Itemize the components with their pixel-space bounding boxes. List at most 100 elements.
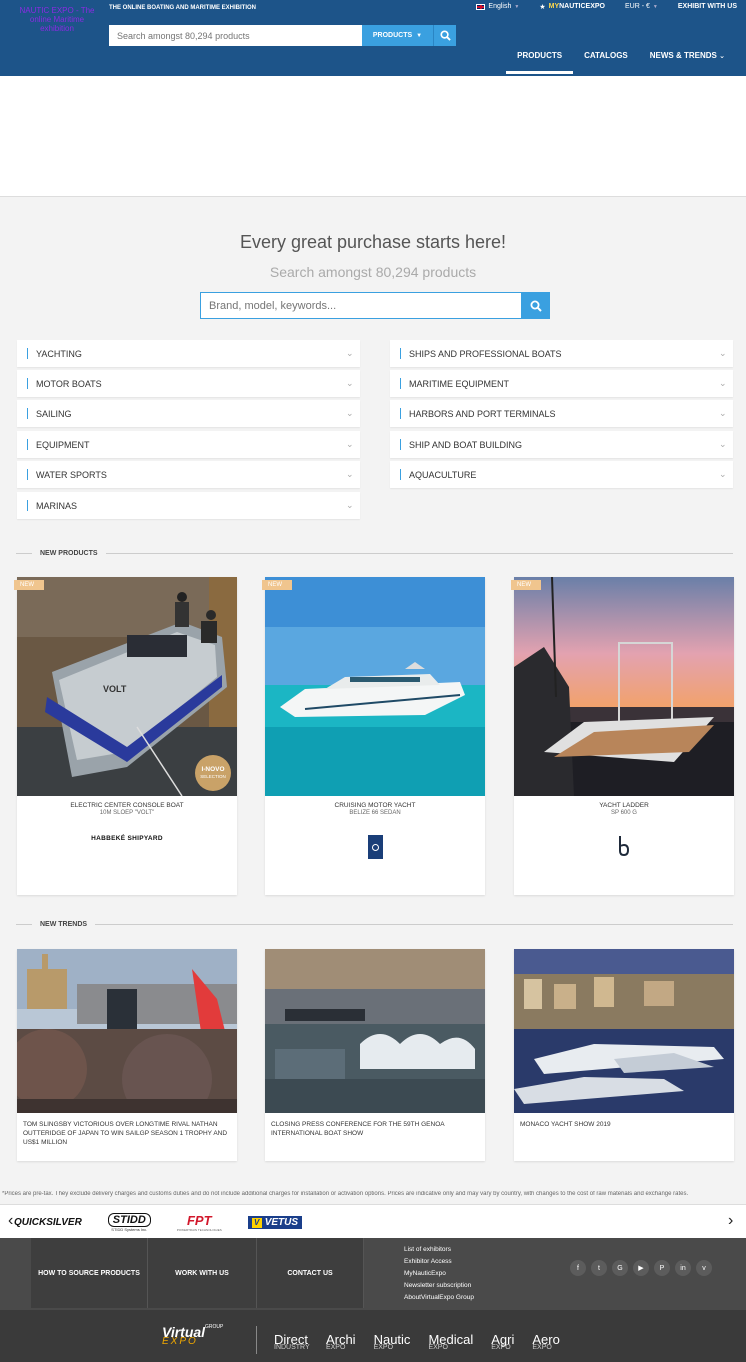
site-tagline: THE ONLINE BOATING AND MARITIME EXHIBITI… <box>109 5 256 11</box>
new-badge: NEW <box>14 580 44 590</box>
brand-logo-vetus[interactable]: V VETUS <box>247 1216 303 1229</box>
category-marker <box>27 378 28 389</box>
expo-aeroexpo[interactable]: Aero EXPO <box>532 1332 559 1351</box>
brand-logo-belize[interactable] <box>265 835 485 859</box>
carousel-next-arrow-icon[interactable]: › <box>728 1212 733 1230</box>
footer-link-exhibitor-access[interactable]: Exhibitor Access <box>404 1256 474 1268</box>
expo-nauticexpo[interactable]: Nautic EXPO <box>374 1332 411 1351</box>
product-title[interactable]: YACHT LADDER <box>514 802 734 809</box>
trend-image[interactable] <box>514 949 734 1113</box>
hero-search-input[interactable] <box>200 292 522 319</box>
linkedin-icon[interactable]: in <box>675 1260 691 1276</box>
category-harbors-port-terminals[interactable]: HARBORS AND PORT TERMINALS ⌄ <box>390 400 733 427</box>
trend-title[interactable]: CLOSING PRESS CONFERENCE FOR THE 59TH GE… <box>271 1120 481 1138</box>
product-title[interactable]: CRUISING MOTOR YACHT <box>265 802 485 809</box>
category-maritime-equipment[interactable]: MARITIME EQUIPMENT ⌄ <box>390 370 733 397</box>
category-label: WATER SPORTS <box>36 469 107 480</box>
product-card[interactable]: NEW YACHT LADDER SP 600 G <box>511 577 734 895</box>
product-card[interactable]: VOLT I-NOVO SELECTION NEW ELECTRIC CENTE… <box>14 577 237 895</box>
trend-title[interactable]: MONACO YACHT SHOW 2019 <box>520 1120 730 1129</box>
category-marinas[interactable]: MARINAS ⌄ <box>17 492 360 519</box>
facebook-icon[interactable]: f <box>570 1260 586 1276</box>
product-title[interactable]: ELECTRIC CENTER CONSOLE BOAT <box>17 802 237 809</box>
brand-badge-icon <box>367 835 383 859</box>
category-label: MARINAS <box>36 500 78 511</box>
trend-image[interactable] <box>17 949 237 1113</box>
footer: HOW TO SOURCE PRODUCTS WORK WITH US CONT… <box>0 1238 746 1310</box>
language-selector[interactable]: English ▼ <box>466 3 529 10</box>
category-equipment[interactable]: EQUIPMENT ⌄ <box>17 431 360 458</box>
footer-link-exhibitors[interactable]: List of exhibitors <box>404 1244 474 1256</box>
expo-medicalexpo[interactable]: Medical EXPO <box>428 1332 473 1351</box>
trend-card[interactable]: MONACO YACHT SHOW 2019 <box>514 949 734 1161</box>
category-label: SHIPS AND PROFESSIONAL BOATS <box>409 348 562 359</box>
product-card[interactable]: NEW CRUISING MOTOR YACHT BELIZE 66 SEDAN <box>262 577 485 895</box>
brand-logo-besenzoni[interactable] <box>514 835 734 857</box>
expo-agriexpo[interactable]: Agri EXPO <box>491 1332 514 1351</box>
expo-sub: EXPO <box>491 1344 511 1351</box>
expo-sub: EXPO <box>373 1344 394 1351</box>
product-image[interactable]: VOLT I-NOVO SELECTION <box>17 577 237 796</box>
chevron-down-icon: ⌄ <box>346 469 354 479</box>
brand-logo-habbeke[interactable]: HABBEKÉ SHIPYARD <box>17 835 237 842</box>
category-water-sports[interactable]: WATER SPORTS ⌄ <box>17 461 360 488</box>
vimeo-icon[interactable]: v <box>696 1260 712 1276</box>
footer-contact-us[interactable]: CONTACT US <box>257 1238 364 1308</box>
virtualexpo-group-logo[interactable]: VirtualGROUP EXPO <box>162 1324 223 1347</box>
trend-image[interactable] <box>265 949 485 1113</box>
hero-subtitle: Search amongst 80,294 products <box>269 264 477 280</box>
brand-logo-stidd[interactable]: STIDD STIDD Systems Inc. <box>107 1213 151 1232</box>
footer-link-newsletter[interactable]: Newsletter subscription <box>404 1280 474 1292</box>
twitter-icon[interactable]: t <box>591 1260 607 1276</box>
product-model: BELIZE 66 SEDAN <box>349 810 401 816</box>
trend-card[interactable]: CLOSING PRESS CONFERENCE FOR THE 59TH GE… <box>265 949 485 1161</box>
exhibit-with-us-link[interactable]: EXHIBIT WITH US <box>668 0 746 13</box>
divider <box>256 1326 257 1354</box>
carousel-prev-arrow-icon[interactable]: ‹ <box>8 1212 13 1230</box>
category-yachting[interactable]: YACHTING ⌄ <box>17 340 360 367</box>
category-aquaculture[interactable]: AQUACULTURE ⌄ <box>390 461 733 488</box>
hero-search <box>200 292 550 319</box>
brand-logo-quicksilver[interactable]: QUICKSILVER <box>14 1217 82 1228</box>
price-disclaimer: *Prices are pre-tax. They exclude delive… <box>2 1191 689 1197</box>
brand-logo-fpt[interactable]: FPT POWERTRAIN TECHNOLOGIES <box>177 1213 222 1232</box>
category-marker <box>27 500 28 511</box>
footer-how-to-source[interactable]: HOW TO SOURCE PRODUCTS <box>31 1238 148 1308</box>
brand-carousel: ‹ QUICKSILVER STIDD STIDD Systems Inc. F… <box>0 1204 746 1238</box>
product-image[interactable] <box>265 577 485 796</box>
category-ship-boat-building[interactable]: SHIP AND BOAT BUILDING ⌄ <box>390 431 733 458</box>
category-motor-boats[interactable]: MOTOR BOATS ⌄ <box>17 370 360 397</box>
hero-search-button[interactable] <box>522 292 550 319</box>
nav-news-trends[interactable]: NEWS & TRENDS ⌄ <box>639 47 736 74</box>
expo-directindustry[interactable]: Direct INDUSTRY <box>274 1332 310 1351</box>
language-label: English <box>488 3 512 10</box>
category-sailing[interactable]: SAILING ⌄ <box>17 400 360 427</box>
trend-card[interactable]: TOM SLINGSBY VICTORIOUS OVER LONGTIME RI… <box>17 949 237 1161</box>
product-image[interactable] <box>514 577 734 796</box>
youtube-icon[interactable]: ▶ <box>633 1260 649 1276</box>
new-badge: NEW <box>262 580 292 590</box>
header-search-input[interactable] <box>109 25 362 46</box>
google-plus-icon[interactable]: G <box>612 1260 628 1276</box>
currency-selector[interactable]: EUR - € ▼ <box>615 3 668 10</box>
chevron-down-icon: ⌄ <box>719 469 727 479</box>
footer-link-mynauticexpo[interactable]: MyNauticExpo <box>404 1268 474 1280</box>
header-search-button[interactable] <box>433 25 456 46</box>
search-scope-select[interactable]: PRODUCTS ▼ <box>362 25 433 46</box>
trend-title[interactable]: TOM SLINGSBY VICTORIOUS OVER LONGTIME RI… <box>23 1120 233 1147</box>
site-logo[interactable]: NAUTIC EXPO - The online Maritime exhibi… <box>16 6 98 33</box>
mynauticexpo-link[interactable]: ★ MYNAUTICEXPO <box>529 3 615 11</box>
pinterest-icon[interactable]: P <box>654 1260 670 1276</box>
chevron-down-icon: ⌄ <box>346 439 354 449</box>
category-ships-professional-boats[interactable]: SHIPS AND PROFESSIONAL BOATS ⌄ <box>390 340 733 367</box>
expo-sites: Direct INDUSTRY Archi EXPO Nautic EXPO Medi… <box>274 1332 560 1351</box>
expo-archiexpo[interactable]: Archi EXPO <box>326 1332 356 1351</box>
category-label: SHIP AND BOAT BUILDING <box>409 439 523 450</box>
footer-link-about[interactable]: AboutVirtualExpo Group <box>404 1292 474 1304</box>
nav-products[interactable]: PRODUCTS <box>506 47 574 74</box>
footer-work-with-us[interactable]: WORK WITH US <box>148 1238 257 1308</box>
expo-sub: INDUSTRY <box>274 1344 310 1351</box>
nav-catalogs[interactable]: CATALOGS <box>573 47 639 74</box>
vetus-v-icon: V <box>251 1217 262 1228</box>
header-search: PRODUCTS ▼ <box>109 25 456 46</box>
